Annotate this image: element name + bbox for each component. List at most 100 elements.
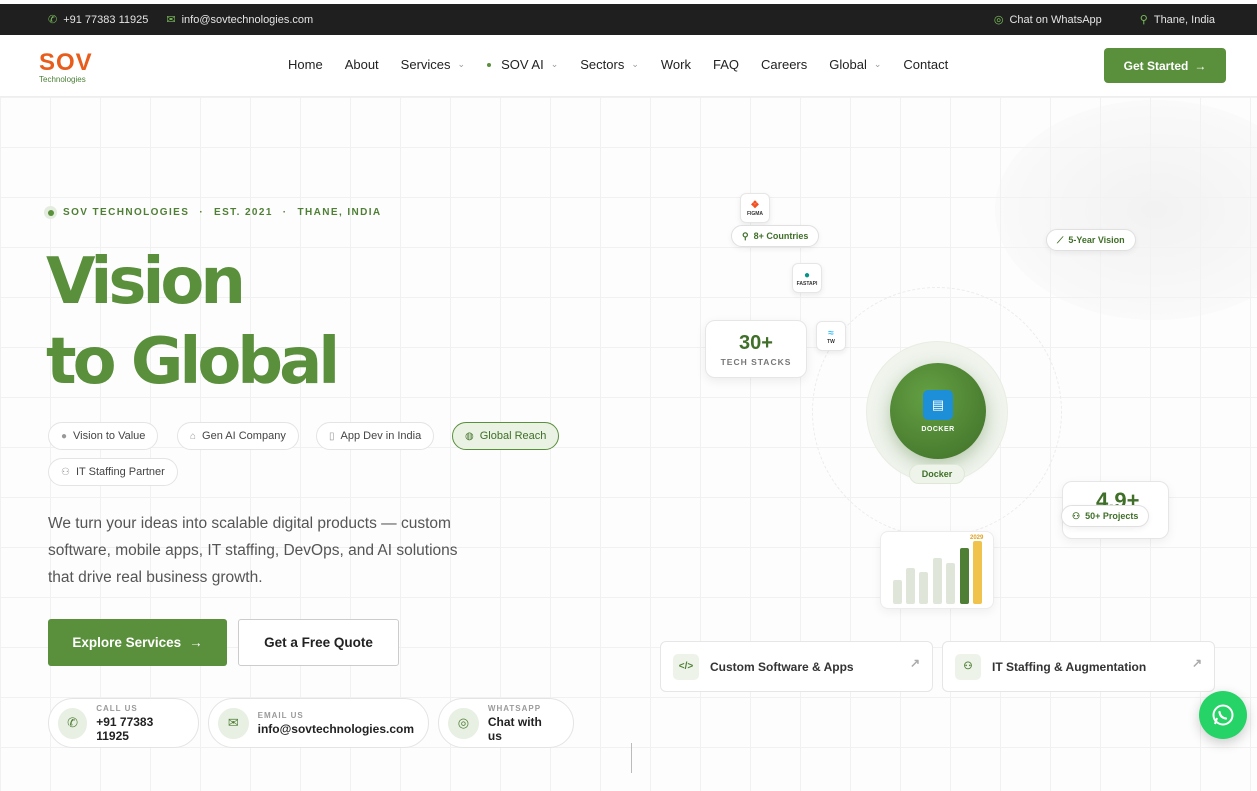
eyebrow-established: EST. 2021 (214, 207, 273, 218)
growth-chart: 2029 (893, 535, 984, 604)
chip-gen-ai[interactable]: ⌂ Gen AI Company (177, 422, 299, 450)
feature-label: Custom Software & Apps (710, 659, 854, 674)
docker-name: DOCKER (921, 425, 955, 433)
logo[interactable]: SOV Technologies (39, 49, 93, 85)
topbar-location-text: Thane, India (1153, 13, 1215, 26)
chip-global-reach[interactable]: ◍ Global Reach (452, 422, 560, 450)
contact-value: info@sovtechnologies.com (257, 721, 414, 736)
nav-item-faq[interactable]: FAQ (713, 57, 739, 72)
arrow-up-right-icon: ↗ (1191, 656, 1202, 670)
nav-label: Home (288, 57, 323, 72)
chart-bar (933, 558, 942, 604)
free-quote-label: Get a Free Quote (264, 635, 373, 650)
chip-it-staffing[interactable]: ⚇ IT Staffing Partner (48, 458, 178, 486)
topbar-phone-text: +91 77383 11925 (63, 13, 149, 26)
contact-label: CALL US (96, 703, 138, 713)
contact-whatsapp[interactable]: ◎ WHATSAPP Chat with us (438, 698, 574, 748)
nav-label: Contact (903, 57, 949, 72)
chart-year-label: 2029 (970, 535, 984, 541)
nav-item-contact[interactable]: Contact (903, 57, 948, 72)
nav-item-sov-ai[interactable]: SOV AI ⌄ (487, 57, 558, 72)
code-icon: </> (673, 653, 699, 680)
docker-label: Docker (909, 464, 965, 484)
contact-email[interactable]: ✉ EMAIL US info@sovtechnologies.com (208, 698, 429, 748)
contact-call[interactable]: ✆ CALL US +91 77383 11925 (48, 698, 199, 748)
get-started-label: Get Started (1123, 58, 1189, 73)
growth-chart-card: 2029 (880, 531, 994, 609)
fastapi-tile: ● FASTAPI (792, 263, 822, 293)
chip-label: Global Reach (479, 430, 547, 442)
nav-label: Careers (761, 57, 808, 72)
chip-vision-to-value[interactable]: ● Vision to Value (48, 422, 159, 450)
chip-label: IT Staffing Partner (75, 466, 165, 478)
users-icon: ⚇ (61, 466, 70, 478)
nav-label: About (344, 57, 379, 72)
badge-icon: ● (61, 430, 68, 442)
main-nav: SOV Technologies Home About Services ⌄ SO… (0, 35, 1257, 97)
scroll-indicator (631, 743, 632, 773)
nav-item-sectors[interactable]: Sectors ⌄ (580, 57, 639, 72)
docker-icon: ▤ (923, 389, 953, 420)
active-dot-icon (487, 62, 492, 67)
feature-it-staffing[interactable]: ⚇ IT Staffing & Augmentation ↗ (942, 641, 1215, 692)
mail-icon: ✉ (166, 14, 176, 26)
vision-pill: ⟋ 5-Year Vision (1046, 229, 1136, 251)
fastapi-label: FASTAPI (796, 280, 818, 287)
chip-label: App Dev in India (340, 430, 422, 442)
eyebrow-company: SOV TECHNOLOGIES (63, 207, 190, 218)
eyebrow-location: THANE, INDIA (297, 207, 382, 218)
explore-services-button[interactable]: Explore Services → (48, 619, 227, 666)
fastapi-icon: ● (803, 269, 811, 281)
robot-icon: ⌂ (190, 430, 197, 442)
free-quote-button[interactable]: Get a Free Quote (238, 619, 399, 666)
tech-stacks-number: 30+ (739, 331, 773, 354)
chip-label: Vision to Value (73, 430, 146, 442)
topbar-whatsapp[interactable]: ◎ Chat on WhatsApp (994, 13, 1102, 27)
trend-icon: ⟋ (1057, 234, 1064, 245)
topbar-phone[interactable]: ✆ +91 77383 11925 (48, 13, 149, 27)
top-bar: ✆ +91 77383 11925 ✉ info@sovtechnologies… (0, 4, 1257, 35)
phone-icon: ✆ (48, 14, 58, 26)
logo-text: SOV (39, 49, 93, 76)
explore-services-label: Explore Services (72, 635, 182, 650)
chip-app-dev[interactable]: ▯ App Dev in India (316, 422, 435, 450)
topbar-whatsapp-text: Chat on WhatsApp (1009, 13, 1102, 26)
mail-icon: ✉ (218, 707, 249, 739)
hero-title: Vision to Global (46, 242, 340, 402)
whatsapp-icon: ◎ (448, 707, 479, 739)
nav-label: Sectors (580, 57, 625, 72)
contact-value: +91 77383 11925 (96, 714, 154, 743)
chart-bar (906, 568, 915, 604)
chart-bar (973, 541, 982, 604)
chevron-down-icon: ⌄ (550, 59, 559, 69)
topbar-location: ⚲ Thane, India (1140, 13, 1215, 27)
chart-bar (893, 580, 902, 604)
tech-stacks-label: TECH STACKS (720, 356, 792, 367)
nav-menu: Home About Services ⌄ SOV AI ⌄ Sectors ⌄ Wo… (288, 57, 970, 72)
arrow-right-icon: → (1194, 58, 1207, 73)
topbar-email[interactable]: ✉ info@sovtechnologies.com (166, 13, 313, 27)
nav-item-careers[interactable]: Careers (761, 57, 807, 72)
nav-label: FAQ (713, 57, 740, 72)
hero-title-line-2: to Global (46, 325, 340, 399)
whatsapp-floating-button[interactable] (1199, 691, 1247, 739)
users-icon: ⚇ (1072, 510, 1081, 521)
countries-pill: ⚲ 8+ Countries (731, 225, 820, 247)
projects-label: 50+ Projects (1085, 511, 1139, 521)
separator: · (199, 207, 205, 218)
vision-label: 5-Year Vision (1068, 235, 1125, 245)
get-started-button[interactable]: Get Started → (1104, 48, 1226, 83)
feature-custom-software[interactable]: </> Custom Software & Apps ↗ (660, 641, 933, 692)
nav-item-work[interactable]: Work (661, 57, 691, 72)
nav-item-about[interactable]: About (345, 57, 379, 72)
nav-item-home[interactable]: Home (288, 57, 323, 72)
chart-bar (960, 548, 969, 604)
nav-item-global[interactable]: Global ⌄ (829, 57, 881, 72)
status-dot-icon (44, 206, 57, 219)
nav-item-services[interactable]: Services ⌄ (401, 57, 465, 72)
smartphone-icon: ▯ (329, 430, 335, 442)
figma-icon: ❖ (750, 199, 760, 211)
separator: · (282, 207, 288, 218)
nav-label: Global (829, 57, 867, 72)
whatsapp-icon (1212, 704, 1234, 726)
